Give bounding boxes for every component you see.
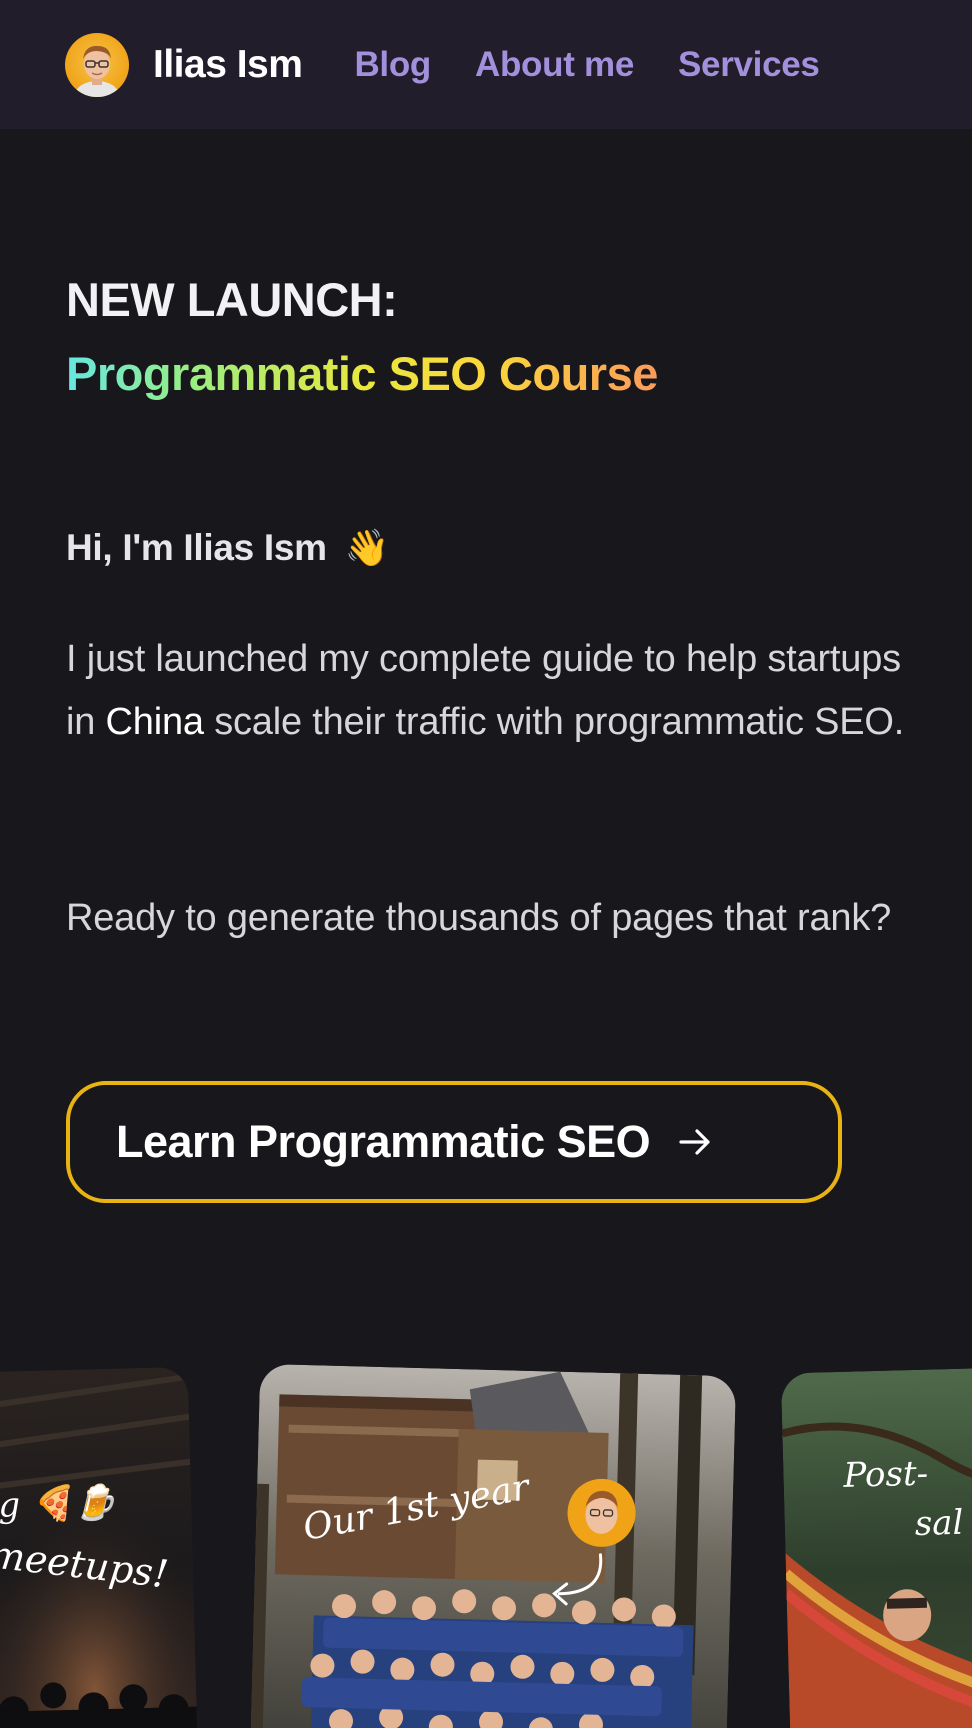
intro-paragraph: I just launched my complete guide to hel…: [66, 628, 926, 754]
waving-hand-icon: 👋: [344, 527, 390, 568]
hammock-caption-line2: sal: [914, 1503, 964, 1544]
hammock-caption-line1: Post-: [842, 1454, 929, 1496]
intro-text-after: scale their traffic with programmatic SE…: [203, 701, 905, 743]
greeting: Hi, I'm Ilias Ism 👋: [66, 527, 390, 569]
meetups-photo: g 🍕🍺 meetups!: [0, 1366, 199, 1728]
greeting-text: Hi, I'm Ilias Ism: [66, 527, 327, 568]
hammock-photo: Post- sal: [780, 1366, 972, 1728]
team-photo: Our 1st year: [249, 1363, 737, 1728]
brand-name: Ilias Ism: [153, 42, 303, 86]
intro-highlight: China: [105, 701, 204, 743]
learn-seo-button-label: Learn Programmatic SEO: [116, 1116, 651, 1167]
main-nav: Blog About me Services: [354, 45, 863, 85]
site-header: Ilias Ism Blog About me Services: [0, 0, 972, 129]
brand-home-link[interactable]: Ilias Ism: [65, 32, 303, 97]
avatar: [65, 32, 129, 97]
nav-link-services[interactable]: Services: [678, 45, 820, 85]
nav-link-about-me[interactable]: About me: [475, 45, 634, 85]
page: Ilias Ism Blog About me Services NEW LAU…: [0, 0, 972, 1728]
launch-label: NEW LAUNCH:: [66, 273, 398, 326]
arrow-right-icon: [679, 1129, 710, 1155]
learn-seo-button[interactable]: Learn Programmatic SEO: [66, 1081, 842, 1203]
photo-card-team: Our 1st year: [249, 1363, 737, 1728]
avatar-portrait: [75, 45, 119, 97]
meetups-caption-line1: g 🍕🍺: [0, 1482, 122, 1526]
question-paragraph: Ready to generate thousands of pages tha…: [66, 897, 892, 939]
photo-card-meetups: g 🍕🍺 meetups!: [0, 1366, 199, 1728]
nav-link-blog[interactable]: Blog: [354, 45, 431, 85]
photo-card-hammock: Post- sal: [780, 1366, 972, 1728]
course-link[interactable]: Programmatic SEO Course: [66, 346, 658, 401]
